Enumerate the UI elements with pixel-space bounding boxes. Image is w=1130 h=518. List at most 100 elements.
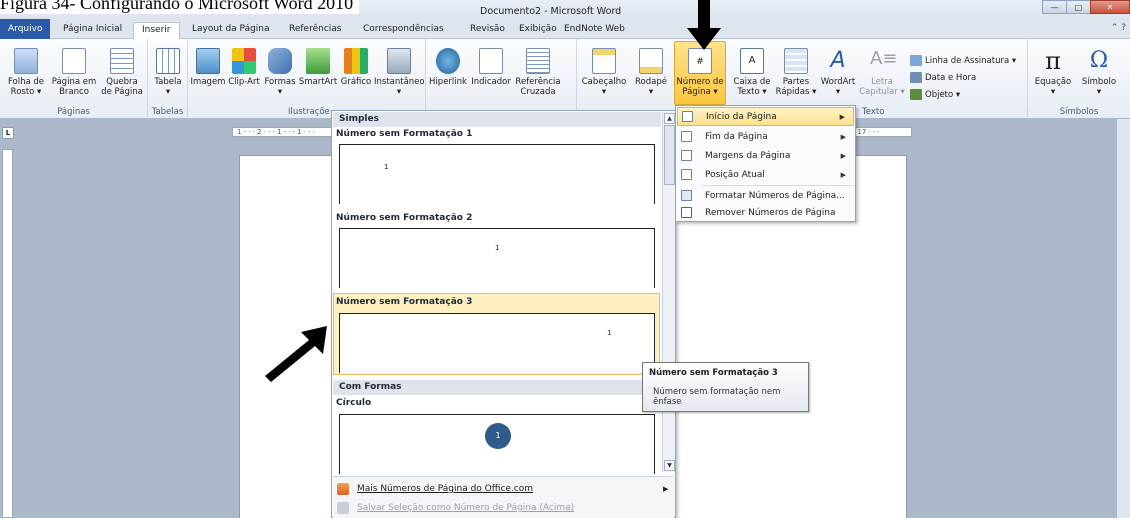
objeto-button[interactable]: Objeto ▾ bbox=[910, 89, 960, 100]
hiperlink-button[interactable]: Hiperlink bbox=[428, 42, 468, 87]
screenshot-icon bbox=[387, 48, 411, 74]
gallery-item-label: Número sem Formatação 2 bbox=[336, 213, 473, 223]
table-icon bbox=[156, 48, 180, 74]
tab-correspondencias[interactable]: Correspondências bbox=[355, 22, 452, 39]
chart-icon bbox=[344, 48, 368, 74]
grafico-label: Gráfico bbox=[340, 77, 372, 87]
gallery-preview-3[interactable]: 1 bbox=[339, 313, 655, 373]
object-icon bbox=[910, 89, 922, 100]
close-button[interactable]: ✕ bbox=[1090, 0, 1130, 14]
header-icon bbox=[592, 48, 616, 74]
menu-label: Formatar Números de Página... bbox=[705, 190, 845, 201]
scroll-up-icon[interactable]: ▲ bbox=[664, 113, 675, 124]
data-hora-button[interactable]: Data e Hora bbox=[910, 72, 976, 83]
simbolo-button[interactable]: Ω Símbolo ▾ bbox=[1076, 42, 1122, 97]
gallery-preview-2[interactable]: 1 bbox=[339, 228, 655, 288]
cross-reference-icon bbox=[526, 48, 550, 74]
figure-caption: Figura 34- Configurando o Microsoft Word… bbox=[0, 0, 360, 14]
window-title: Documento2 - Microsoft Word bbox=[480, 6, 622, 17]
letra-capitular-label: Letra Capitular ▾ bbox=[859, 77, 905, 97]
group-simbolos: π Equação ▾ Ω Símbolo ▾ Símbolos bbox=[1028, 39, 1130, 119]
more-page-numbers-item[interactable]: Mais Números de Página do Office.com ▶ bbox=[337, 483, 668, 495]
tab-selector[interactable]: L bbox=[2, 127, 14, 139]
tab-arquivo[interactable]: Arquivo bbox=[0, 19, 51, 39]
formas-button[interactable]: Formas ▾ bbox=[262, 42, 298, 97]
gallery-footer: Mais Números de Página do Office.com ▶ S… bbox=[333, 476, 674, 518]
numero-pagina-button[interactable]: # Número de Página ▾ bbox=[674, 41, 726, 105]
folha-rosto-label: Folha de Rosto ▾ bbox=[7, 77, 45, 97]
referencia-cruzada-button[interactable]: Referência Cruzada bbox=[514, 42, 562, 97]
gallery-item-label: Número sem Formatação 3 bbox=[336, 297, 473, 307]
save-selection-icon bbox=[337, 502, 349, 514]
submenu-arrow-icon: ▶ bbox=[840, 170, 846, 179]
page-number-menu: Início da Página ▶ Fim da Página ▶ Marge… bbox=[675, 105, 856, 222]
group-label-simbolos: Símbolos bbox=[1059, 107, 1099, 117]
smartart-icon bbox=[306, 48, 330, 74]
vertical-scrollbar[interactable] bbox=[1116, 119, 1130, 518]
format-numbers-icon bbox=[681, 190, 692, 201]
menu-item-margens-pagina[interactable]: Margens da Página ▶ bbox=[677, 146, 854, 165]
menu-item-remover-numeros[interactable]: Remover Números de Página bbox=[677, 203, 854, 222]
pi-icon: π bbox=[1045, 47, 1061, 75]
menu-item-inicio-pagina[interactable]: Início da Página ▶ bbox=[677, 107, 854, 126]
menu-item-fim-pagina[interactable]: Fim da Página ▶ bbox=[677, 127, 854, 146]
grafico-button[interactable]: Gráfico bbox=[338, 42, 374, 87]
preview-number: 1 bbox=[607, 329, 612, 337]
tooltip-title: Número sem Formatação 3 bbox=[649, 368, 778, 378]
gallery-scrollbar[interactable]: ▲ ▼ bbox=[662, 112, 675, 472]
cabecalho-button[interactable]: Cabeçalho ▾ bbox=[579, 42, 629, 97]
clipart-label: Clip-Art bbox=[228, 77, 260, 87]
minimize-button[interactable]: — bbox=[1042, 0, 1067, 14]
clipart-button[interactable]: Clip-Art bbox=[226, 42, 262, 87]
gallery-preview-1[interactable]: 1 bbox=[339, 144, 655, 204]
maximize-button[interactable]: □ bbox=[1066, 0, 1091, 14]
partes-rapidas-button[interactable]: Partes Rápidas ▾ bbox=[774, 42, 818, 97]
wordart-button[interactable]: A WordArt ▾ bbox=[818, 42, 858, 97]
tabela-label: Tabela ▾ bbox=[154, 77, 182, 97]
tab-revisao[interactable]: Revisão bbox=[462, 22, 513, 39]
save-selection-item[interactable]: Salvar Seleção como Número de Página (Ac… bbox=[337, 502, 574, 514]
scroll-down-icon[interactable]: ▼ bbox=[664, 460, 675, 471]
tab-inserir[interactable]: Inserir bbox=[133, 22, 180, 40]
instantaneo-button[interactable]: Instantâneo ▾ bbox=[374, 42, 425, 97]
group-label-paginas: Páginas bbox=[57, 107, 90, 117]
indicador-button[interactable]: Indicador bbox=[468, 42, 514, 87]
tab-layout[interactable]: Layout da Página bbox=[184, 22, 278, 39]
letra-capitular-button[interactable]: A≡ Letra Capitular ▾ bbox=[858, 42, 906, 97]
help-icon[interactable]: ⌃ ? bbox=[1111, 23, 1126, 33]
pagina-branco-button[interactable]: Página em Branco bbox=[50, 42, 98, 97]
equacao-button[interactable]: π Equação ▾ bbox=[1030, 42, 1076, 97]
rodape-button[interactable]: Rodapé ▾ bbox=[629, 42, 673, 97]
submenu-arrow-icon: ▶ bbox=[839, 112, 845, 121]
tab-referencias[interactable]: Referências bbox=[281, 22, 350, 39]
hiperlink-label: Hiperlink bbox=[429, 77, 467, 87]
save-selection-label: Salvar Seleção como Número de Página (Ac… bbox=[357, 503, 575, 513]
tab-endnote[interactable]: EndNote Web bbox=[556, 22, 633, 39]
circle-number: 1 bbox=[485, 423, 511, 449]
partes-rapidas-label: Partes Rápidas ▾ bbox=[775, 77, 817, 97]
smartart-label: SmartArt bbox=[298, 77, 338, 87]
tabela-button[interactable]: Tabela ▾ bbox=[150, 42, 186, 97]
quebra-pagina-button[interactable]: Quebra de Página bbox=[98, 42, 146, 97]
quick-parts-icon bbox=[784, 48, 808, 74]
tab-pagina-inicial[interactable]: Página Inicial bbox=[55, 22, 130, 39]
gallery-preview-circulo[interactable]: 1 bbox=[339, 414, 655, 474]
objeto-label: Objeto ▾ bbox=[925, 89, 961, 100]
tooltip-body: Número sem formatação nem ênfase bbox=[653, 387, 781, 407]
smartart-button[interactable]: SmartArt bbox=[298, 42, 338, 87]
linha-assinatura-button[interactable]: Linha de Assinatura ▾ bbox=[910, 55, 1016, 66]
ribbon-tabs: Arquivo Página Inicial Inserir Layout da… bbox=[0, 19, 1130, 40]
linha-assinatura-label: Linha de Assinatura ▾ bbox=[925, 55, 1017, 66]
scroll-thumb[interactable] bbox=[664, 125, 675, 185]
rodape-label: Rodapé ▾ bbox=[635, 77, 667, 97]
caixa-texto-button[interactable]: A Caixa de Texto ▾ bbox=[730, 42, 774, 97]
submenu-arrow-icon: ▶ bbox=[840, 151, 846, 160]
folha-rosto-button[interactable]: Folha de Rosto ▾ bbox=[2, 42, 50, 97]
group-paginas: Folha de Rosto ▾ Página em Branco Quebra… bbox=[0, 39, 148, 119]
gallery-tooltip: Número sem Formatação 3 Número sem forma… bbox=[642, 362, 809, 412]
vertical-ruler[interactable] bbox=[2, 149, 13, 518]
menu-label: Posição Atual bbox=[705, 169, 765, 180]
menu-item-posicao-atual[interactable]: Posição Atual ▶ bbox=[677, 165, 854, 184]
imagem-button[interactable]: Imagem bbox=[190, 42, 226, 87]
caixa-texto-label: Caixa de Texto ▾ bbox=[733, 77, 771, 97]
